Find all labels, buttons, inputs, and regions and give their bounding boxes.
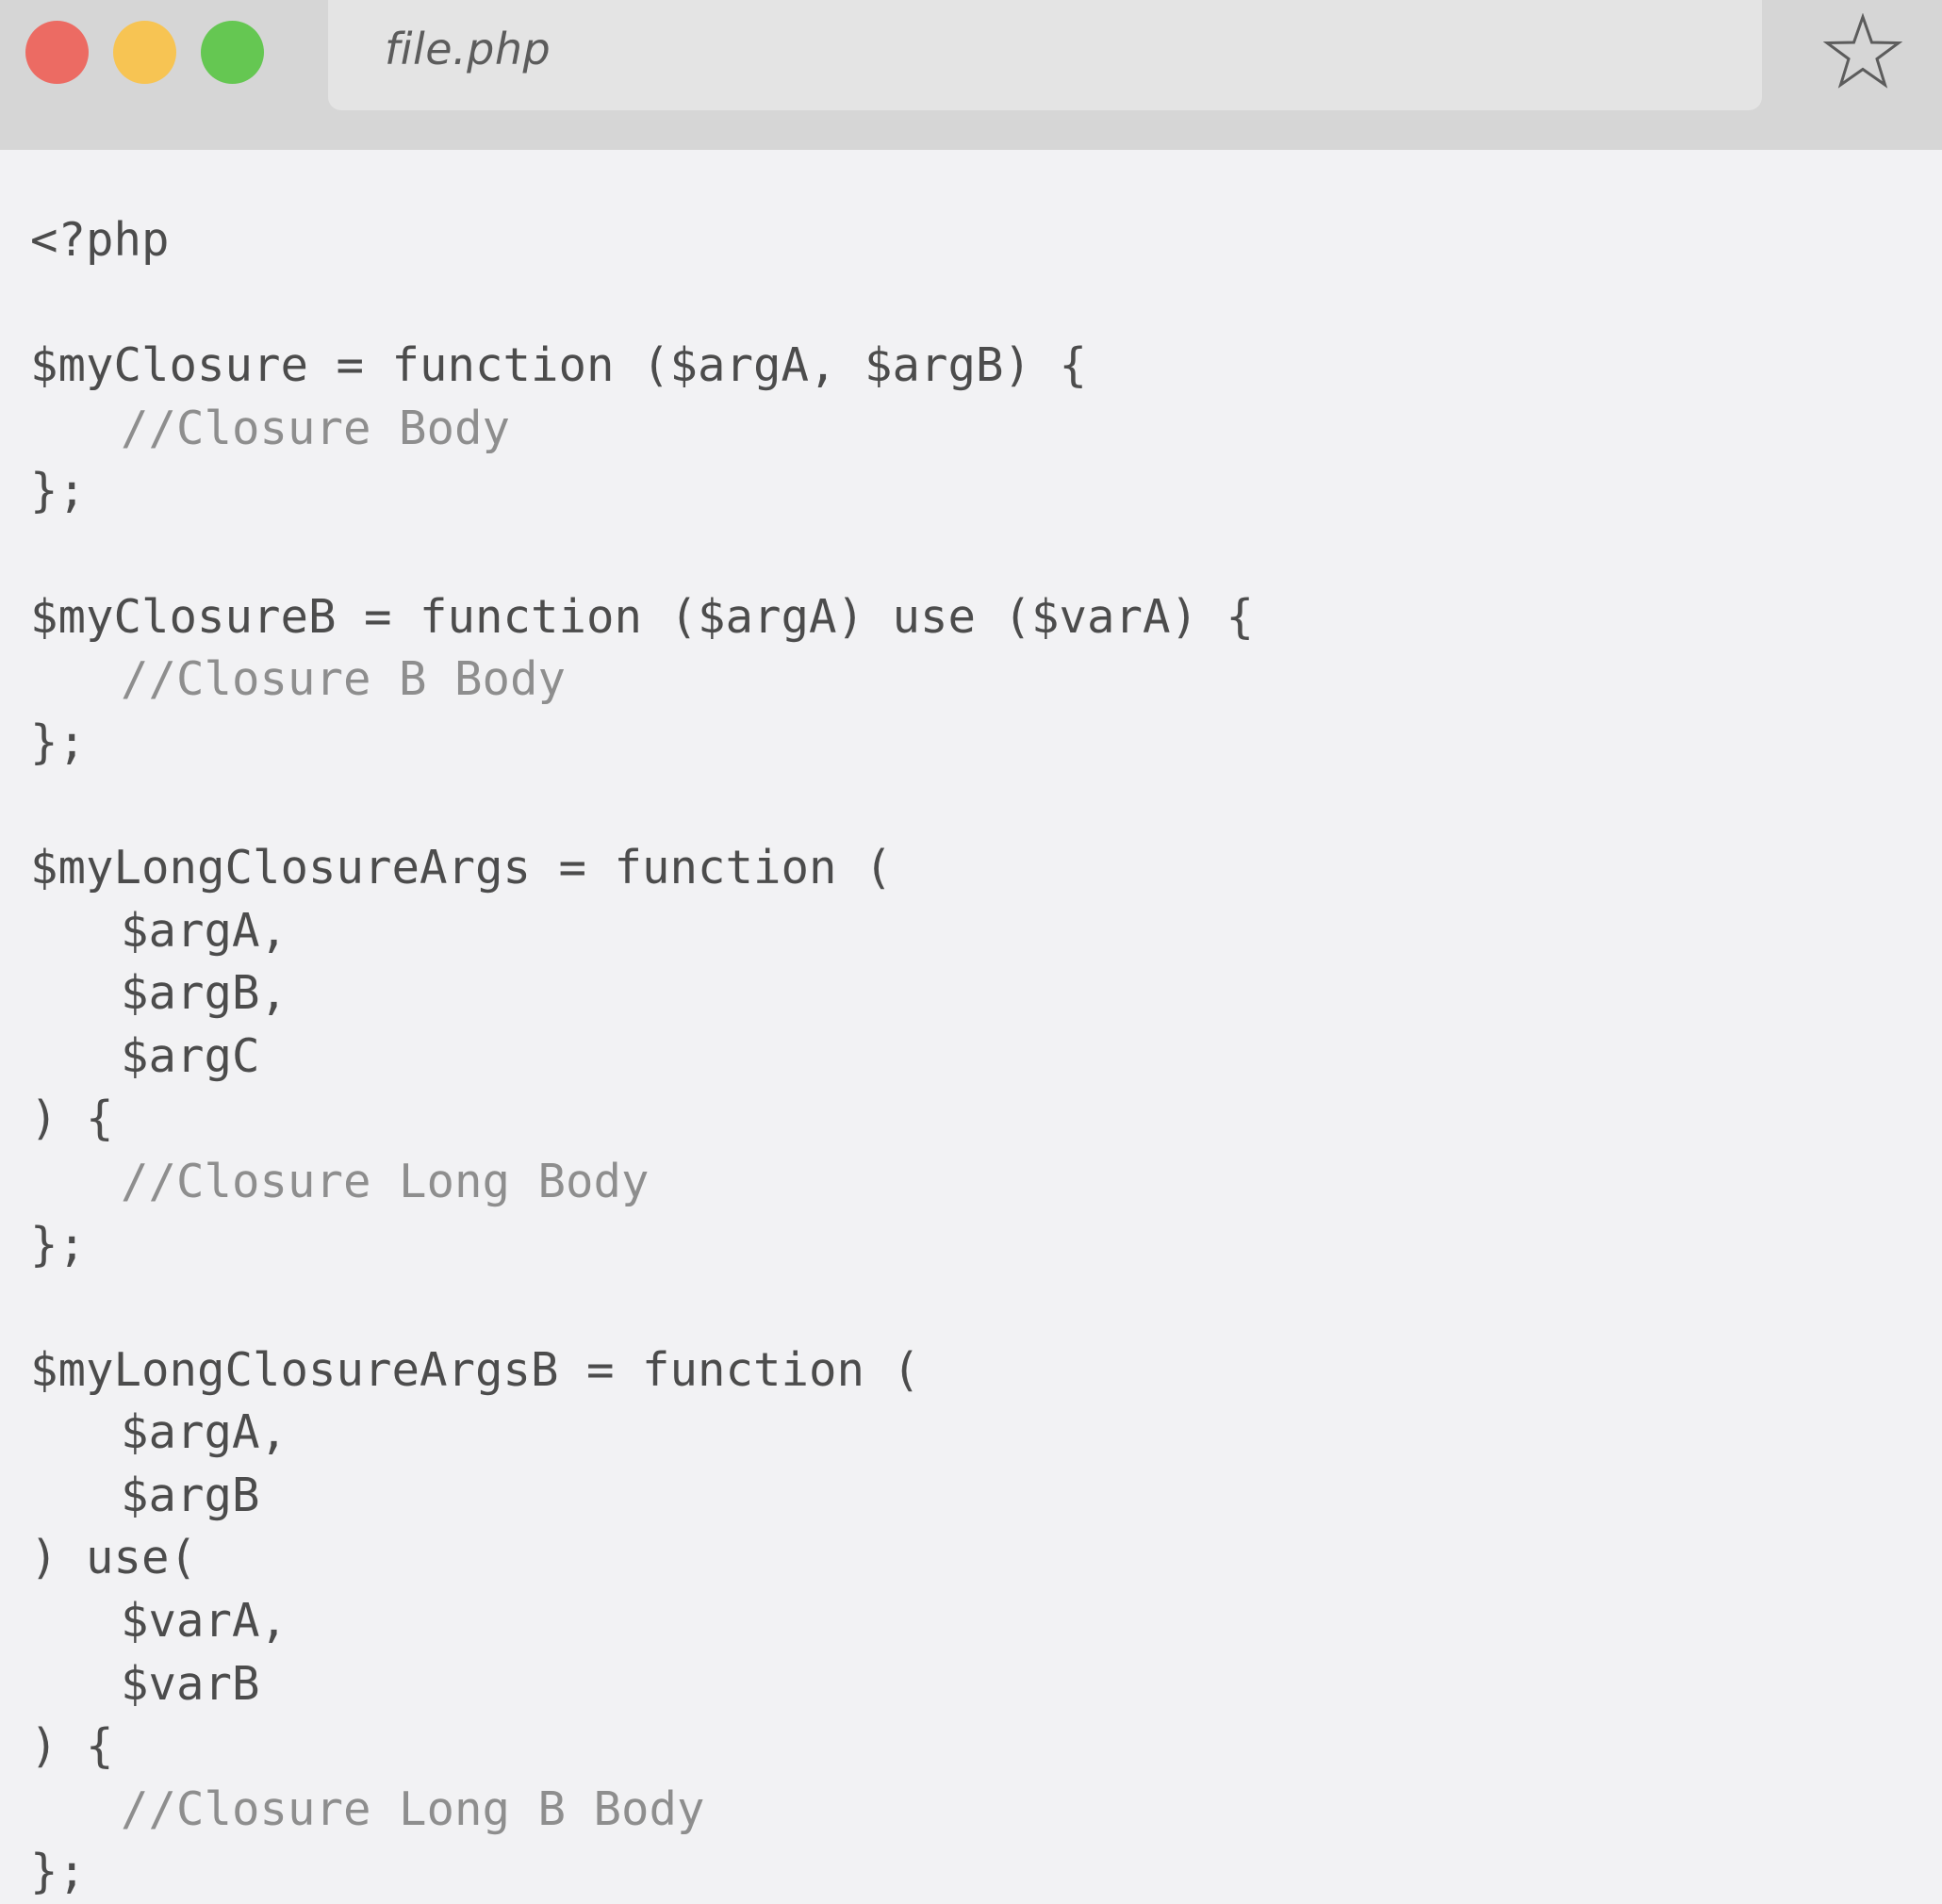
code-line: $argA,: [121, 1405, 288, 1460]
code-line: <?php: [30, 213, 170, 267]
code-line: $myLongClosureArgsB = function (: [30, 1342, 921, 1397]
code-line: $argB,: [121, 966, 288, 1021]
code-line: ) use(: [30, 1531, 198, 1585]
maximize-button[interactable]: [201, 21, 264, 84]
star-icon[interactable]: [1823, 13, 1902, 92]
close-button[interactable]: [25, 21, 89, 84]
code-line: };: [30, 464, 87, 518]
code-editor[interactable]: <?php $myClosure = function ($argA, $argB…: [30, 209, 1254, 1904]
code-line: };: [30, 714, 87, 769]
filename-label: file.php: [385, 24, 551, 74]
code-line: $argC: [121, 1028, 260, 1083]
address-bar[interactable]: file.php: [328, 0, 1762, 110]
code-line: };: [30, 1845, 87, 1899]
code-line: $argA,: [121, 903, 288, 958]
code-line: ) {: [30, 1719, 114, 1774]
code-comment-line: //Closure Long Body: [121, 1154, 650, 1208]
code-comment-line: //Closure Long B Body: [121, 1781, 705, 1836]
code-line: $myClosureB = function ($argA) use ($var…: [30, 589, 1255, 644]
code-line: $varB: [121, 1656, 260, 1711]
code-comment-line: //Closure B Body: [121, 652, 567, 707]
code-line: ) {: [30, 1092, 114, 1146]
code-line: };: [30, 1217, 87, 1272]
code-line: $argB: [121, 1468, 260, 1522]
code-line: $myLongClosureArgs = function (: [30, 840, 893, 895]
minimize-button[interactable]: [113, 21, 176, 84]
title-bar: file.php: [0, 0, 1942, 150]
code-comment-line: //Closure Body: [121, 401, 511, 455]
code-line: $myClosure = function ($argA, $argB) {: [30, 338, 1088, 393]
code-line: $varA,: [121, 1594, 288, 1649]
code-window: file.php <?php $myClosure = function ($ar…: [0, 0, 1942, 1898]
